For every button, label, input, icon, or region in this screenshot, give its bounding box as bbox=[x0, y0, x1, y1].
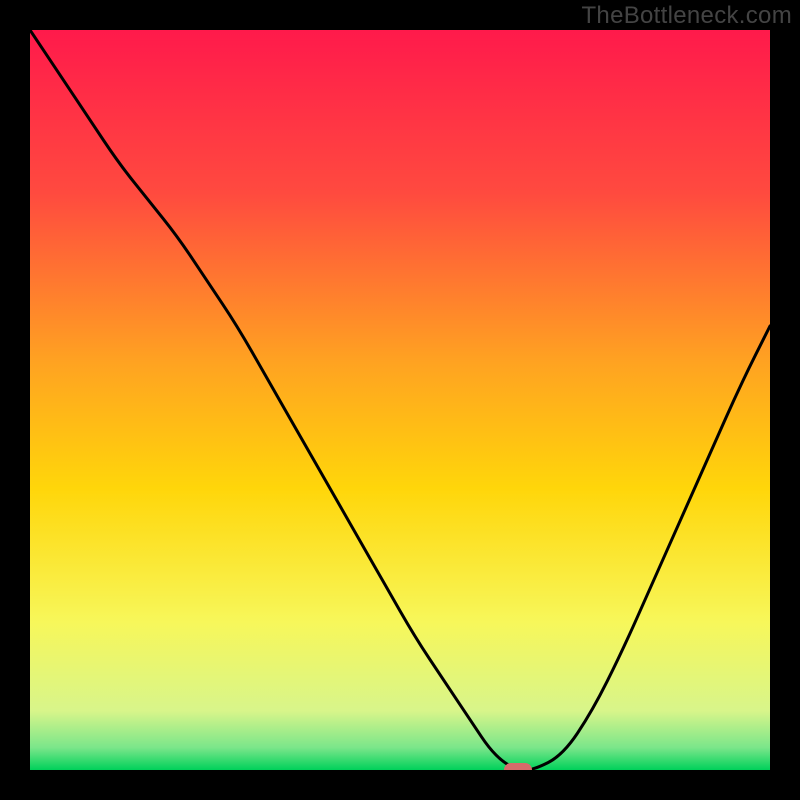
gradient-background bbox=[30, 30, 770, 770]
watermark-text: TheBottleneck.com bbox=[581, 2, 792, 30]
chart-svg bbox=[30, 30, 770, 770]
optimal-marker bbox=[504, 763, 532, 770]
chart-frame: TheBottleneck.com bbox=[0, 0, 800, 800]
plot-area bbox=[30, 30, 770, 770]
